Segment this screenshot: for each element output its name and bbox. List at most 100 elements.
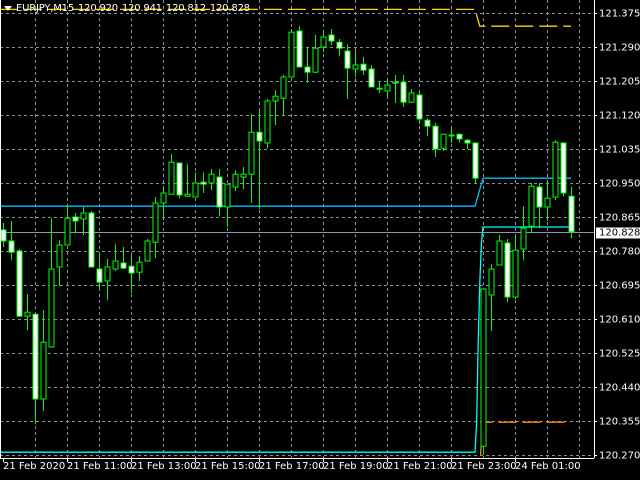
candle-bullish [520, 227, 527, 250]
price-axis-label: 120.695 [599, 280, 640, 291]
candle-bullish [288, 31, 295, 78]
candle-bearish [16, 250, 23, 317]
candle-bearish [8, 240, 15, 253]
candle-bearish [88, 212, 95, 268]
candle-bullish [320, 36, 327, 48]
candle-bullish [272, 95, 279, 102]
candle-bearish [128, 265, 135, 274]
candle-bearish [568, 195, 575, 233]
price-axis-label: 121.290 [599, 42, 640, 53]
candle-bullish [352, 64, 359, 70]
candle-bearish [360, 63, 367, 71]
candle-bullish [64, 217, 71, 246]
candle-bearish [176, 162, 183, 196]
price-axis-label: 120.950 [599, 178, 640, 189]
candle-bullish [544, 197, 551, 208]
candle-bearish [392, 81, 399, 84]
price-axis-label: 121.035 [599, 144, 640, 155]
candle-bullish [264, 100, 271, 144]
time-axis-label: 21 Feb 15:00 [195, 461, 261, 472]
candle-bearish [96, 268, 103, 283]
candle-bullish [40, 341, 47, 400]
price-axis-label: 120.355 [599, 416, 640, 427]
candle-bullish [168, 161, 175, 195]
candle-bearish [216, 176, 223, 208]
price-axis-label: 120.440 [599, 382, 640, 393]
candle-bullish [512, 249, 519, 298]
candle-bearish [416, 94, 423, 120]
candle-bearish [72, 216, 79, 222]
candle-bullish [136, 261, 143, 273]
price-axis-label: 120.270 [599, 450, 640, 461]
candle-bearish [504, 242, 511, 298]
price-chart[interactable] [0, 0, 640, 480]
candle-bullish [208, 173, 215, 184]
time-axis-label: 21 Feb 11:00 [67, 461, 133, 472]
candle-bullish [552, 141, 559, 198]
orange-dashed-line [479, 421, 571, 456]
candle-bullish [232, 173, 239, 188]
candle-bullish [24, 311, 31, 317]
candle-bullish [480, 288, 487, 447]
low-value: 120.812 [165, 3, 206, 14]
candle-bullish [48, 268, 55, 348]
candle-bearish [472, 142, 479, 179]
candle-bullish [112, 260, 119, 270]
candle-bullish [312, 47, 319, 73]
time-axis-label: 24 Feb 01:00 [515, 461, 581, 472]
candle-bearish [344, 50, 351, 69]
candle-bearish [368, 68, 375, 88]
time-axis-label: 21 Feb 2020 [3, 461, 66, 472]
time-axis-label: 21 Feb 17:00 [259, 461, 325, 472]
open-value: 120.920 [78, 3, 118, 14]
candle-bearish [304, 66, 311, 73]
price-axis-label: 120.780 [599, 246, 640, 257]
time-axis-label: 21 Feb 19:00 [323, 461, 389, 472]
candle-bearish [376, 87, 383, 90]
candle-bullish [184, 193, 191, 197]
candle-bullish [240, 173, 247, 178]
candle-bearish [400, 81, 407, 103]
candle-bullish [80, 212, 87, 220]
candle-bearish [296, 30, 303, 68]
candle-bullish [496, 240, 503, 266]
symbol-label: EURJPY,M15 [16, 3, 74, 14]
candle-bearish [328, 34, 335, 42]
candle-bearish [424, 119, 431, 127]
candle-bullish [160, 192, 167, 204]
candle-bullish [440, 133, 447, 149]
price-axis-label: 120.525 [599, 348, 640, 359]
candle-bullish [224, 183, 231, 208]
candle-bearish [336, 41, 343, 49]
candle-bullish [448, 134, 455, 137]
candle-bullish [488, 268, 495, 296]
candle-bearish [560, 142, 567, 194]
candle-bullish [144, 240, 151, 262]
chart-header: EURJPY,M15 120.920 120.941 120.812 120.8… [4, 3, 250, 14]
candle-bearish [464, 139, 471, 144]
time-axis-label: 21 Feb 23:00 [451, 461, 517, 472]
time-axis-label: 21 Feb 21:00 [387, 461, 453, 472]
candle-bullish [104, 266, 111, 282]
candle-bullish [280, 76, 287, 99]
candle-bearish [200, 181, 207, 185]
candle-bullish [408, 92, 415, 103]
price-axis-label: 120.865 [599, 212, 640, 223]
dropdown-triangle-icon[interactable] [4, 6, 12, 11]
high-value: 120.941 [121, 3, 162, 14]
candle-bearish [456, 133, 463, 140]
candle-bullish [56, 244, 63, 268]
candle-bullish [152, 202, 159, 243]
price-axis-label: 121.120 [599, 110, 640, 121]
close-value: 120.828 [209, 3, 250, 14]
blue-level-line [0, 177, 571, 207]
candle-bearish [432, 125, 439, 150]
time-axis-label: 21 Feb 13:00 [131, 461, 197, 472]
candle-bullish [528, 185, 535, 227]
candle-bullish [248, 131, 255, 175]
candle-bearish [120, 262, 127, 269]
candle-bullish [192, 182, 199, 198]
current-price-tag: 120.828 [596, 227, 640, 238]
candle-bearish [256, 131, 263, 142]
candle-bullish [384, 84, 391, 92]
